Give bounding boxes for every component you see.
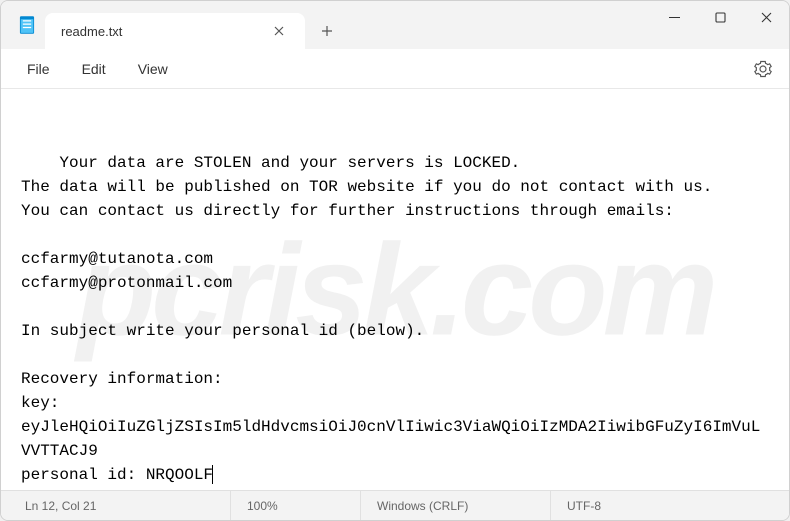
gear-icon	[754, 60, 772, 78]
maximize-button[interactable]	[697, 1, 743, 33]
tab-title: readme.txt	[61, 24, 265, 39]
text-editor-area[interactable]: pcrisk.com Your data are STOLEN and your…	[1, 89, 789, 490]
new-tab-button[interactable]	[309, 13, 345, 49]
status-encoding[interactable]: UTF-8	[551, 491, 617, 520]
menu-bar: File Edit View	[1, 49, 789, 89]
document-body: Your data are STOLEN and your servers is…	[21, 154, 760, 484]
title-bar: readme.txt	[1, 1, 789, 49]
status-line-ending[interactable]: Windows (CRLF)	[361, 491, 551, 520]
window-controls	[651, 1, 789, 49]
minimize-button[interactable]	[651, 1, 697, 33]
file-tab[interactable]: readme.txt	[45, 13, 305, 49]
notepad-icon	[17, 15, 37, 35]
tab-close-button[interactable]	[265, 17, 293, 45]
status-bar: Ln 12, Col 21 100% Windows (CRLF) UTF-8	[1, 490, 789, 520]
notepad-window: readme.txt File Edit View	[0, 0, 790, 521]
menu-edit[interactable]: Edit	[66, 55, 122, 83]
close-button[interactable]	[743, 1, 789, 33]
settings-button[interactable]	[747, 53, 779, 85]
tab-area: readme.txt	[1, 1, 345, 49]
status-zoom[interactable]: 100%	[231, 491, 361, 520]
menu-file[interactable]: File	[11, 55, 66, 83]
status-cursor-position[interactable]: Ln 12, Col 21	[1, 491, 231, 520]
menu-view[interactable]: View	[122, 55, 184, 83]
